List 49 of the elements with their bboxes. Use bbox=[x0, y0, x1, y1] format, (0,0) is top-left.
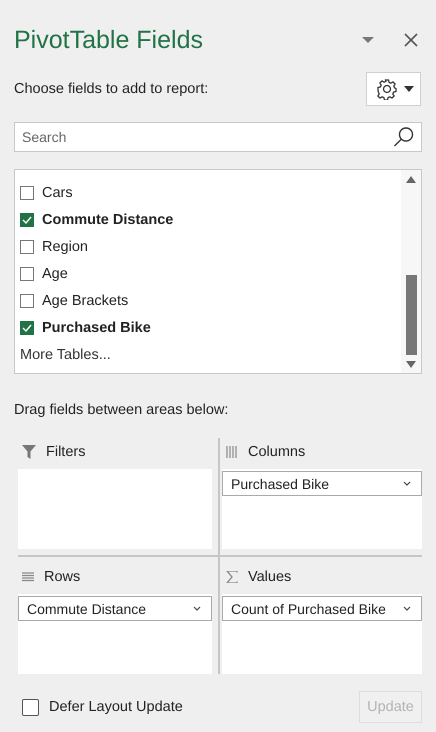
field-chip[interactable]: Purchased Bike bbox=[222, 471, 422, 496]
checkbox[interactable] bbox=[22, 698, 39, 716]
chip-label: Purchased Bike bbox=[231, 476, 330, 492]
check-icon bbox=[22, 324, 32, 332]
checkbox[interactable] bbox=[20, 266, 34, 280]
area-label: Rows bbox=[44, 569, 80, 585]
checkbox[interactable] bbox=[20, 212, 34, 226]
checkbox[interactable] bbox=[20, 186, 34, 200]
scrollbar-thumb[interactable] bbox=[406, 275, 416, 355]
field-label: Age Brackets bbox=[42, 292, 128, 308]
check-icon bbox=[22, 216, 32, 224]
field-label: Purchased Bike bbox=[42, 320, 151, 336]
gear-icon bbox=[376, 78, 398, 100]
field-chip[interactable]: Count of Purchased Bike bbox=[222, 596, 422, 621]
scroll-up-icon bbox=[406, 176, 416, 183]
checkbox[interactable] bbox=[20, 320, 34, 334]
rows-icon bbox=[22, 572, 34, 582]
defer-label: Defer Layout Update bbox=[49, 699, 184, 715]
chevron-icon bbox=[193, 606, 201, 611]
field-chip[interactable]: Commute Distance bbox=[18, 596, 212, 621]
field-label: Cars bbox=[42, 184, 73, 200]
areas-prompt: Drag fields between areas below: bbox=[14, 402, 230, 420]
close-icon bbox=[404, 33, 418, 47]
caret-icon bbox=[362, 36, 374, 44]
more-tables-link[interactable]: More Tables... bbox=[20, 347, 111, 363]
chip-label: Commute Distance bbox=[27, 600, 146, 616]
checkbox[interactable] bbox=[20, 294, 34, 308]
field-label: Region bbox=[42, 238, 88, 254]
chevron-icon bbox=[403, 606, 411, 611]
checkbox[interactable] bbox=[20, 240, 34, 254]
search-icon bbox=[393, 126, 415, 148]
filter-icon bbox=[22, 445, 36, 459]
sigma-icon bbox=[226, 571, 238, 583]
search-placeholder: Search bbox=[22, 129, 68, 145]
area-label: Columns bbox=[248, 444, 306, 460]
pane-title: PivotTable Fields bbox=[14, 26, 204, 54]
scrollbar[interactable] bbox=[401, 170, 421, 373]
field-label: Commute Distance bbox=[42, 212, 174, 228]
chip-label: Count of Purchased Bike bbox=[231, 600, 386, 616]
search-field[interactable]: Search bbox=[14, 122, 422, 152]
caret-icon bbox=[404, 86, 414, 92]
columns-icon bbox=[226, 446, 238, 458]
chevron-icon bbox=[403, 481, 411, 486]
area-label: Values bbox=[248, 569, 292, 585]
area-label: Filters bbox=[46, 444, 86, 460]
field-label: Age bbox=[42, 266, 68, 282]
scroll-down-icon bbox=[406, 361, 416, 368]
tools-button[interactable] bbox=[366, 72, 421, 106]
prompt-text: Choose fields to add to report: bbox=[14, 81, 208, 97]
